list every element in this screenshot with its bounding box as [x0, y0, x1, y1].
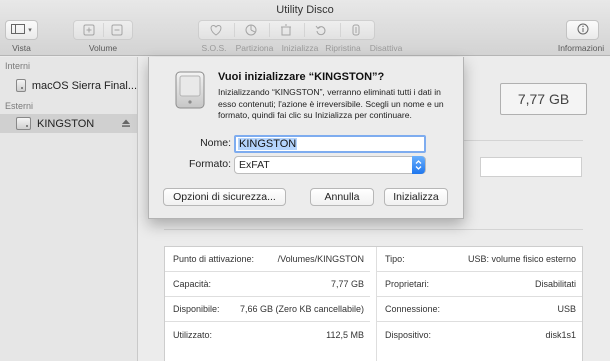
info-button[interactable] — [566, 20, 599, 40]
eject-icon[interactable] — [121, 118, 131, 128]
usage-bar-area — [480, 157, 582, 177]
erase-button[interactable]: Inizializza — [384, 188, 448, 206]
info-row: Tipo: USB: volume fisico esterno — [377, 247, 582, 272]
info-value: Disabilitati — [534, 279, 576, 289]
first-aid-icon — [199, 24, 234, 36]
info-row: Punto di attivazione: /Volumes/KINGSTON — [165, 247, 370, 272]
restore-icon — [303, 24, 339, 36]
sidebar-item-label: macOS Sierra Final... — [31, 79, 137, 92]
add-volume-icon — [75, 24, 103, 36]
sos-label: S.O.S. — [201, 43, 227, 53]
external-drive-icon — [175, 71, 205, 109]
info-value: /Volumes/KINGSTON — [277, 254, 364, 264]
info-key: Tipo: — [385, 254, 405, 264]
dialog-title: Vuoi inizializzare “KINGSTON”? — [218, 71, 385, 83]
capacity-display: 7,77 GB — [500, 83, 587, 115]
partition-label: Partiziona — [235, 43, 274, 53]
updown-arrows-icon — [412, 156, 425, 174]
security-options-button[interactable]: Opzioni di sicurezza... — [163, 188, 286, 206]
window-toolbar: Utility Disco ▾ Vista Volume S.O.S. Part… — [0, 0, 610, 56]
sidebar-icon — [11, 23, 26, 37]
restore-label: Ripristina — [325, 43, 361, 53]
info-icon — [577, 23, 589, 38]
sidebar-item-macos[interactable]: macOS Sierra Final... — [0, 76, 137, 95]
erase-label: Inizializza — [281, 43, 319, 53]
info-key: Utilizzato: — [173, 329, 213, 340]
window-title: Utility Disco — [276, 4, 334, 16]
info-key: Connessione: — [385, 304, 441, 314]
format-label: Formato: — [188, 158, 231, 170]
volume-label: Volume — [88, 43, 118, 53]
erase-dialog: Vuoi inizializzare “KINGSTON”? Inizializ… — [148, 57, 464, 219]
info-row: Proprietari: Disabilitati — [377, 272, 582, 297]
info-key: Punto di attivazione: — [173, 254, 255, 264]
info-row: Utilizzato: 112,5 MB — [165, 322, 370, 347]
name-label: Nome: — [200, 137, 231, 149]
info-value: USB — [557, 304, 576, 314]
info-row: Capacità: 7,77 GB — [165, 272, 370, 297]
internal-disk-icon — [16, 79, 26, 92]
sidebar-header-external: Esterni — [5, 101, 34, 111]
action-button-group[interactable] — [198, 20, 375, 40]
divider — [164, 229, 583, 230]
unmount-icon — [338, 24, 374, 36]
info-value: 7,66 GB (Zero KB cancellabile) — [239, 304, 364, 314]
sidebar-item-kingston[interactable]: KINGSTON — [0, 114, 137, 133]
info-value: disk1s1 — [545, 329, 576, 340]
info-key: Dispositivo: — [385, 329, 432, 340]
cancel-button[interactable]: Annulla — [310, 188, 374, 206]
sidebar: Interni macOS Sierra Final... Esterni KI… — [0, 57, 138, 361]
format-select[interactable]: ExFAT — [234, 156, 426, 174]
partition-icon — [234, 24, 269, 36]
info-value: 112,5 MB — [326, 329, 364, 340]
info-table: Punto di attivazione: /Volumes/KINGSTON … — [164, 246, 583, 361]
name-field[interactable]: KINGSTON — [234, 135, 426, 153]
info-label: Informazioni — [557, 43, 605, 53]
erase-icon — [268, 24, 303, 36]
name-field-value: KINGSTON — [238, 138, 298, 150]
info-key: Capacità: — [173, 279, 212, 289]
format-select-value: ExFAT — [239, 159, 270, 171]
info-row: Connessione: USB — [377, 297, 582, 322]
view-button[interactable]: ▾ — [5, 20, 38, 40]
info-value: USB: volume fisico esterno — [467, 254, 576, 264]
info-key: Proprietari: — [385, 279, 430, 289]
dialog-message: Inizializzando “KINGSTON”, verranno elim… — [218, 87, 444, 121]
info-key: Disponibile: — [173, 304, 220, 314]
chevron-down-icon: ▾ — [28, 27, 32, 34]
info-row: Dispositivo: disk1s1 — [377, 322, 582, 347]
info-row: Disponibile: 7,66 GB (Zero KB cancellabi… — [165, 297, 370, 322]
sidebar-item-label: KINGSTON — [37, 117, 95, 130]
view-label: Vista — [12, 43, 31, 53]
external-disk-icon — [16, 117, 31, 130]
unmount-label: Disattiva — [369, 43, 403, 53]
sidebar-header-internal: Interni — [5, 61, 31, 71]
info-value: 7,77 GB — [330, 279, 364, 289]
volume-button-group[interactable] — [73, 20, 133, 40]
remove-volume-icon — [103, 24, 131, 36]
